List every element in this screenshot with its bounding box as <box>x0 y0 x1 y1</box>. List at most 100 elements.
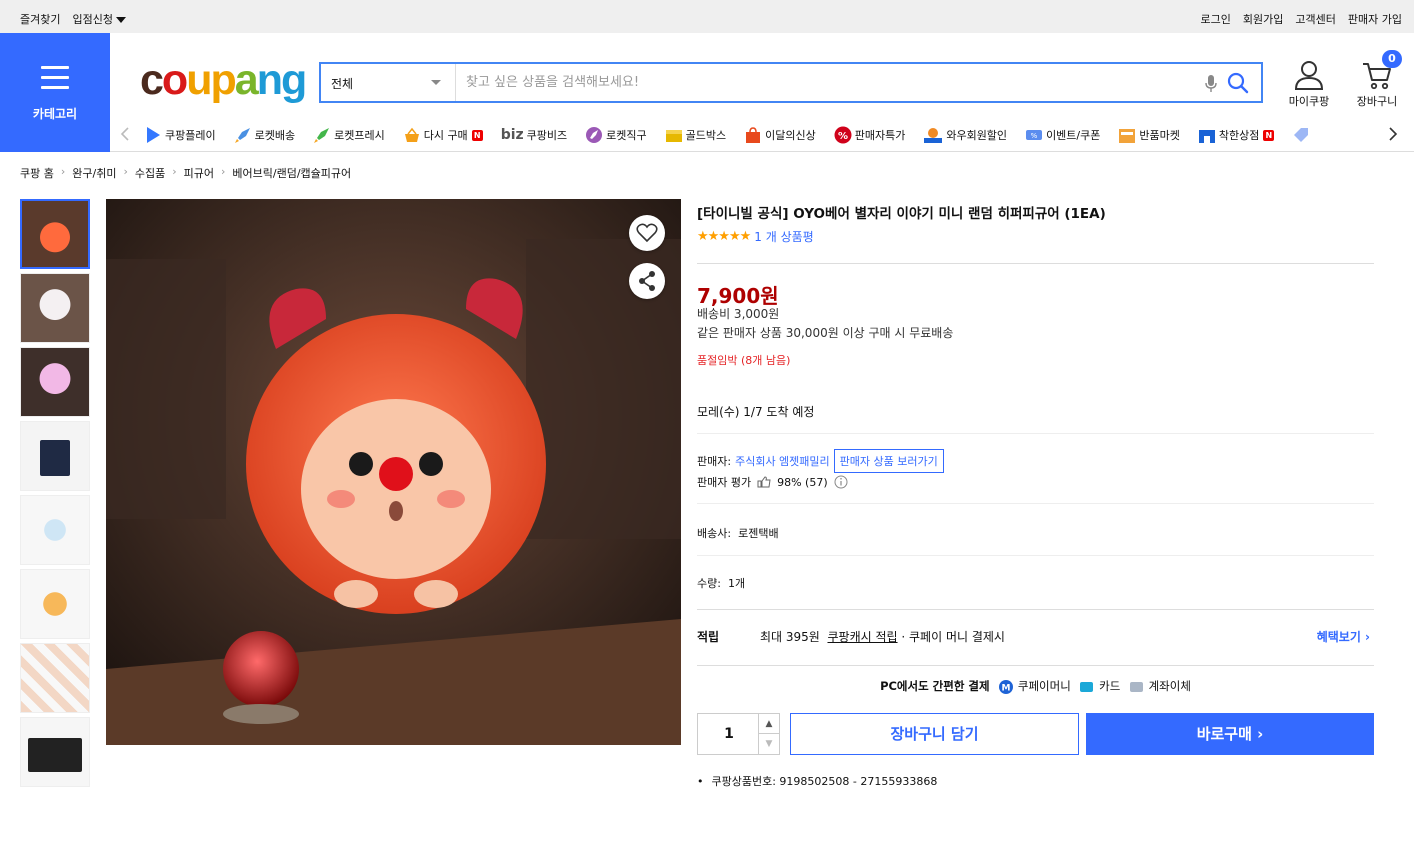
product-thumbnail[interactable] <box>20 495 90 565</box>
rocket-icon <box>234 128 250 143</box>
store-apply-label: 입점신청 <box>72 13 113 26</box>
quick-menu-label: 와우회원할인 <box>946 129 1008 142</box>
buy-now-button[interactable]: 바로구매 › <box>1086 713 1374 755</box>
tag-icon <box>1294 128 1309 142</box>
quick-menu-item[interactable]: 쿠팡플레이 <box>144 126 216 144</box>
quantity-input[interactable]: 1 <box>698 714 760 754</box>
quick-menu-item[interactable]: % 판매자특가 <box>834 126 905 144</box>
chevron-left-icon[interactable] <box>120 126 130 142</box>
quick-menu-item[interactable]: 이달의신상 <box>744 126 816 144</box>
logo-letter: o <box>161 56 188 104</box>
coupang-cash-link[interactable]: 쿠팡캐시 적립 <box>827 628 897 645</box>
return-market-icon <box>1119 129 1136 143</box>
bank-transfer-icon <box>1129 681 1143 692</box>
quick-menu-item[interactable]: 로켓배송 <box>234 126 295 144</box>
info-icon[interactable] <box>834 475 848 489</box>
seller-row: 판매자: 주식회사 엠젯패밀리 판매자 상품 보러가기 <box>697 449 944 473</box>
quick-menu-bar: 쿠팡플레이 로켓배송 로켓프레시 다시 구매 N biz 쿠팡비즈 로켓직구 골드박… <box>110 117 1414 152</box>
breadcrumb-item[interactable]: 완구/취미 <box>72 165 116 181</box>
quick-menu-label: 골드박스 <box>685 129 727 142</box>
product-thumbnail[interactable] <box>20 199 90 269</box>
hamburger-icon <box>41 66 69 96</box>
product-thumbnail[interactable] <box>20 273 90 343</box>
product-thumbnail[interactable] <box>20 421 90 491</box>
quantity-value: 1개 <box>727 577 746 590</box>
customer-center-link[interactable]: 고객센터 <box>1295 11 1335 27</box>
wishlist-button[interactable] <box>629 215 665 251</box>
product-thumbnail[interactable] <box>20 717 90 787</box>
divider <box>697 503 1374 504</box>
payment-money-label: 쿠페이머니 <box>1017 679 1071 693</box>
quick-menu-item[interactable]: 로켓직구 <box>585 126 647 144</box>
quantity-increase-button[interactable]: ▲ <box>758 714 779 734</box>
cart-label: 장바구니 <box>1356 95 1398 108</box>
add-to-cart-button[interactable]: 장바구니 담기 <box>790 713 1079 755</box>
login-link[interactable]: 로그인 <box>1201 11 1231 27</box>
search-input[interactable] <box>457 64 1197 101</box>
quick-menu-item[interactable] <box>1292 126 1310 144</box>
signup-link[interactable]: 회원가입 <box>1243 11 1283 27</box>
main-product-image[interactable] <box>106 199 681 745</box>
quick-menu-item[interactable]: % 이벤트/쿠폰 <box>1025 126 1100 144</box>
biz-icon: biz <box>500 127 524 143</box>
breadcrumb-item[interactable]: 수집품 <box>135 165 165 181</box>
basket-icon <box>404 127 419 142</box>
quick-menu-label: 이달의신상 <box>765 129 816 142</box>
quick-menu-item[interactable]: 착한상점 N <box>1198 126 1275 144</box>
quick-menu-item[interactable]: 와우회원할인 <box>923 126 1007 144</box>
breadcrumb-item[interactable]: 쿠팡 홈 <box>20 165 54 181</box>
category-menu-button[interactable]: 카테고리 <box>0 33 110 152</box>
quantity-stepper: 1 ▲ ▼ <box>697 713 780 755</box>
review-count-link[interactable]: 1 개 상품평 <box>754 228 813 245</box>
search-category-select[interactable]: 전체 <box>321 64 456 101</box>
search-bar: 전체 <box>319 62 1263 103</box>
product-thumbnail[interactable] <box>20 347 90 417</box>
seller-signup-link[interactable]: 판매자 가입 <box>1348 11 1402 27</box>
product-thumbnail[interactable] <box>20 569 90 639</box>
my-coupang-label: 마이쿠팡 <box>1288 95 1330 108</box>
quick-menu-item[interactable]: biz 쿠팡비즈 <box>501 126 567 144</box>
quick-menu-item[interactable]: 로켓프레시 <box>313 126 385 144</box>
stock-warning: 품절임박 (8개 남음) <box>697 354 791 367</box>
quick-menu-item[interactable]: 반품마켓 <box>1118 126 1180 144</box>
coupang-logo[interactable]: coupang <box>140 56 307 104</box>
divider <box>697 263 1374 264</box>
payment-title: PC에서도 간편한 결제 <box>880 679 990 693</box>
benefits-more-link[interactable]: 혜택보기 › <box>1317 628 1374 645</box>
new-badge: N <box>1263 129 1275 141</box>
search-icon[interactable] <box>1227 72 1249 94</box>
logo-letter: n <box>256 56 283 104</box>
quick-menu-label: 다시 구매 <box>423 129 468 142</box>
breadcrumb-item[interactable]: 피규어 <box>184 165 214 181</box>
breadcrumb: 쿠팡 홈 › 완구/취미 › 수집품 › 피규어 › 베어브릭/랜덤/캡슐피규어 <box>20 165 351 181</box>
svg-text:M: M <box>1002 683 1011 693</box>
chevron-down-icon <box>431 80 441 85</box>
play-icon <box>147 127 160 143</box>
share-button[interactable] <box>629 263 665 299</box>
thumbs-up-icon <box>757 476 771 488</box>
my-coupang-button[interactable]: 마이쿠팡 <box>1286 60 1332 109</box>
seller-name-link[interactable]: 주식회사 엠젯패밀리 <box>735 453 830 469</box>
favorites-link[interactable]: 즐겨찾기 <box>20 11 60 27</box>
star-rating-icon: ★★★★★ <box>697 229 751 244</box>
quick-menu-item[interactable]: 골드박스 <box>665 126 726 144</box>
breadcrumb-item[interactable]: 베어브릭/랜덤/캡슐피규어 <box>232 165 351 181</box>
chevron-right-icon[interactable] <box>1388 126 1398 142</box>
logo-letter: c <box>140 56 164 104</box>
chevron-right-icon: › <box>123 165 128 178</box>
quick-menu-label: 로켓프레시 <box>334 129 385 142</box>
payment-transfer-label: 계좌이체 <box>1148 679 1191 693</box>
quantity-decrease-button[interactable]: ▼ <box>758 734 779 754</box>
logo-letter: p <box>210 56 236 104</box>
seller-label: 판매자: <box>697 455 732 468</box>
store-apply-link[interactable]: 입점신청 <box>72 11 126 27</box>
microphone-icon[interactable] <box>1204 74 1218 94</box>
divider <box>697 609 1374 610</box>
reward-label: 적립 <box>697 630 720 644</box>
quick-menu-item[interactable]: 다시 구매 N <box>403 126 483 144</box>
seller-products-button[interactable]: 판매자 상품 보러가기 <box>833 449 944 473</box>
user-icon <box>1294 61 1324 90</box>
top-utility-bar: 즐겨찾기 입점신청 로그인 회원가입 고객센터 판매자 가입 <box>0 0 1414 33</box>
product-thumbnail[interactable] <box>20 643 90 713</box>
chevron-right-icon: › <box>221 165 226 178</box>
